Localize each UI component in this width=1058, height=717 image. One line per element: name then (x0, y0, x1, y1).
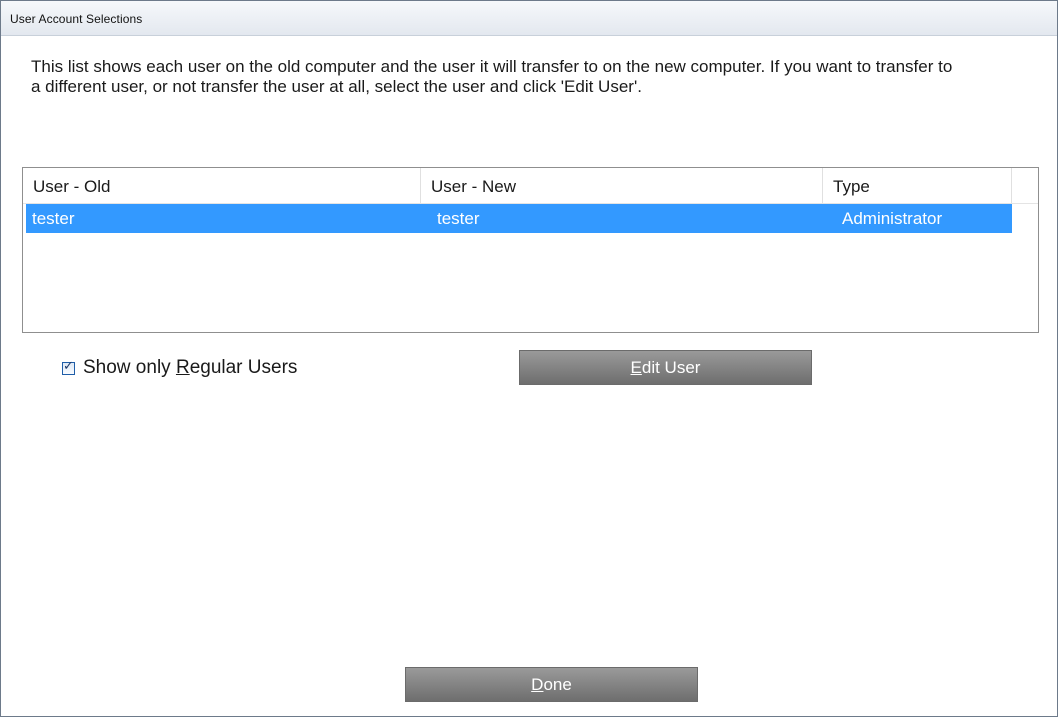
checkbox-box[interactable]: ✓ (62, 358, 75, 375)
instruction-text: This list shows each user on the old com… (31, 57, 953, 96)
window-title: User Account Selections (10, 12, 143, 26)
column-header-type[interactable]: Type (823, 168, 1012, 203)
user-list[interactable]: User - Old User - New Type tester tester… (22, 167, 1039, 333)
cell-user-old: tester (32, 209, 75, 228)
checkmark-icon: ✓ (63, 358, 74, 374)
column-header-user-old[interactable]: User - Old (23, 168, 421, 203)
show-regular-users-checkbox[interactable]: ✓ Show only Regular Users (62, 357, 297, 379)
done-button[interactable]: Done (405, 667, 698, 702)
table-row[interactable]: tester tester Administrator (26, 204, 1012, 233)
show-regular-users-label: Show only Regular Users (83, 357, 298, 378)
cell-type: Administrator (842, 209, 943, 228)
cell-user-new: tester (437, 209, 480, 228)
title-bar: User Account Selections (1, 1, 1057, 36)
user-account-selections-window: User Account Selections This list shows … (0, 0, 1058, 717)
edit-user-button[interactable]: Edit User (519, 350, 812, 385)
column-header-filler (1012, 168, 1038, 203)
list-header: User - Old User - New Type (23, 168, 1038, 204)
column-header-user-new[interactable]: User - New (421, 168, 823, 203)
